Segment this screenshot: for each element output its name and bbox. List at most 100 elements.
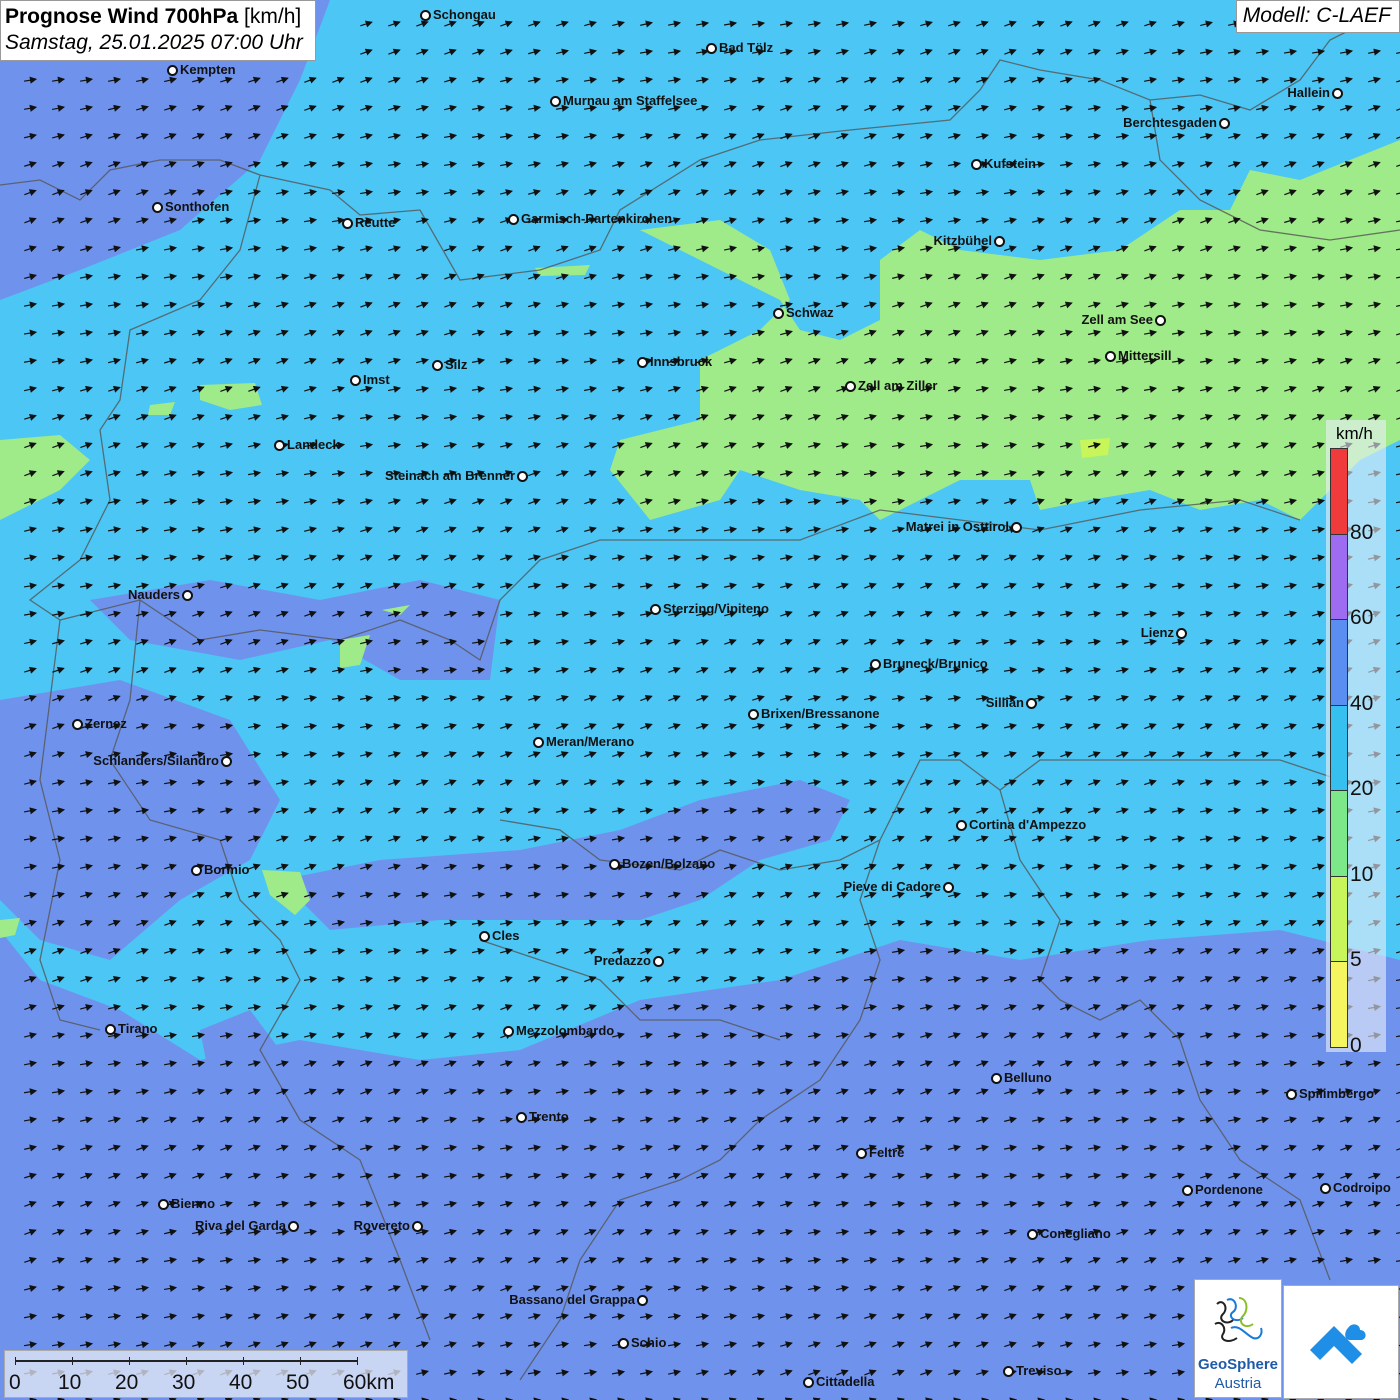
city-marker-icon — [845, 381, 856, 393]
city-marker-icon — [1176, 628, 1187, 640]
scale-tick — [186, 1357, 187, 1365]
city-label: Trento — [516, 1109, 569, 1124]
city-name: Pordenone — [1195, 1182, 1263, 1197]
legend-color-segment — [1330, 790, 1348, 877]
city-label: Zernez — [72, 716, 127, 731]
city-label: Bassano del Grappa — [509, 1292, 648, 1307]
legend-label: 60 — [1350, 606, 1374, 629]
city-name: Treviso — [1016, 1363, 1062, 1378]
scale-label: 40 — [229, 1371, 253, 1394]
city-name: Cittadella — [816, 1374, 875, 1389]
city-name: Nauders — [127, 587, 180, 602]
city-marker-icon — [706, 43, 717, 55]
city-marker-icon — [432, 360, 443, 372]
city-marker-icon — [221, 756, 232, 768]
city-name: Bozen/Bolzano — [622, 856, 716, 871]
city-label: Belluno — [991, 1070, 1052, 1085]
city-marker-icon — [508, 214, 519, 226]
city-label: Schongau — [420, 7, 496, 22]
legend-color-segment — [1330, 875, 1348, 962]
city-label: Mittersill — [1105, 348, 1171, 363]
city-marker-icon — [971, 159, 982, 171]
city-marker-icon — [870, 659, 881, 671]
scale-label: 10 — [58, 1371, 82, 1394]
city-label: Sillian — [986, 695, 1037, 710]
legend-label: 80 — [1350, 520, 1374, 544]
city-name: Steinach am Brenner — [384, 468, 515, 483]
legend-label: 20 — [1350, 777, 1374, 800]
city-name: Cles — [492, 928, 520, 943]
scale-tick — [72, 1357, 73, 1365]
city-label: Riva del Garda — [195, 1218, 299, 1233]
city-marker-icon — [1105, 351, 1116, 363]
city-marker-icon — [152, 202, 163, 214]
city-marker-icon — [72, 719, 83, 731]
city-marker-icon — [956, 820, 967, 832]
city-marker-icon — [533, 737, 544, 749]
scale-tick — [15, 1357, 16, 1365]
city-marker-icon — [191, 865, 202, 877]
city-label: Innsbruck — [637, 354, 712, 369]
city-marker-icon — [274, 440, 285, 452]
geosphere-country: Austria — [1214, 1375, 1262, 1392]
city-label: Lienz — [1141, 625, 1187, 640]
city-name: Conegliano — [1040, 1226, 1111, 1241]
city-name: Kempten — [180, 62, 236, 77]
city-marker-icon — [1320, 1183, 1331, 1195]
legend-label: 40 — [1350, 691, 1374, 715]
legend-color-segment — [1330, 619, 1348, 706]
city-marker-icon — [994, 236, 1005, 248]
forecast-datetime: Samstag, 25.01.2025 07:00 Uhr — [5, 31, 303, 54]
city-marker-icon — [503, 1026, 514, 1038]
legend-color-segment — [1330, 533, 1348, 620]
scale-label: 60km — [343, 1371, 395, 1394]
city-name: Codroipo — [1333, 1180, 1391, 1195]
city-marker-icon — [991, 1073, 1002, 1085]
city-name: Lienz — [1140, 625, 1174, 640]
city-label: Bad Tölz — [706, 40, 773, 55]
city-name: Schlanders/Silandro — [93, 753, 219, 768]
scale-label: 50 — [286, 1371, 310, 1394]
city-name: Berchtesgaden — [1123, 115, 1217, 130]
city-name: Innsbruck — [650, 354, 713, 369]
city-marker-icon — [1011, 522, 1022, 534]
city-label: Kufstein — [971, 156, 1036, 171]
city-name: Bad Tölz — [719, 40, 774, 55]
city-name: Sonthofen — [165, 199, 230, 214]
city-name: Schongau — [433, 7, 496, 22]
city-name: Zell am See — [1081, 312, 1153, 327]
city-marker-icon — [1219, 118, 1230, 130]
city-name: Zell am Ziller — [858, 378, 938, 393]
city-label: Steinach am Brenner — [385, 468, 528, 483]
geosphere-name: GeoSphere — [1197, 1356, 1279, 1373]
city-name: Feltre — [869, 1145, 905, 1160]
city-label: Bruneck/Brunico — [870, 656, 988, 671]
city-name: Bassano del Grappa — [509, 1292, 635, 1307]
city-name: Mezzolombardo — [516, 1023, 615, 1038]
city-label: Bormio — [191, 862, 250, 877]
city-name: Mittersill — [1118, 348, 1172, 363]
city-marker-icon — [1003, 1366, 1014, 1378]
city-label: Cles — [479, 928, 519, 943]
city-label: Zell am Ziller — [845, 378, 937, 393]
city-label: Schwaz — [773, 305, 834, 320]
city-marker-icon — [748, 709, 759, 721]
city-label: Tirano — [105, 1021, 158, 1036]
city-label: Spilimbergo — [1286, 1086, 1374, 1101]
city-name: Cortina d'Ampezzo — [969, 817, 1087, 832]
scale-label: 20 — [115, 1371, 139, 1394]
city-label: Schio — [618, 1335, 666, 1350]
city-name: Murnau am Staffelsee — [563, 93, 698, 108]
city-name: Landeck — [287, 437, 340, 452]
legend-color-segment — [1330, 448, 1348, 535]
city-name: Pieve di Cadore — [843, 879, 941, 894]
city-name: Imst — [363, 372, 390, 387]
city-marker-icon — [550, 96, 561, 108]
city-label: Kempten — [167, 62, 236, 77]
city-label: Predazzo — [594, 953, 664, 968]
city-marker-icon — [856, 1148, 867, 1160]
city-label: Rovereto — [354, 1218, 423, 1233]
city-name: Bruneck/Brunico — [883, 656, 988, 671]
city-name: Garmisch-Partenkirchen — [521, 211, 673, 226]
city-name: Bormio — [204, 862, 250, 877]
